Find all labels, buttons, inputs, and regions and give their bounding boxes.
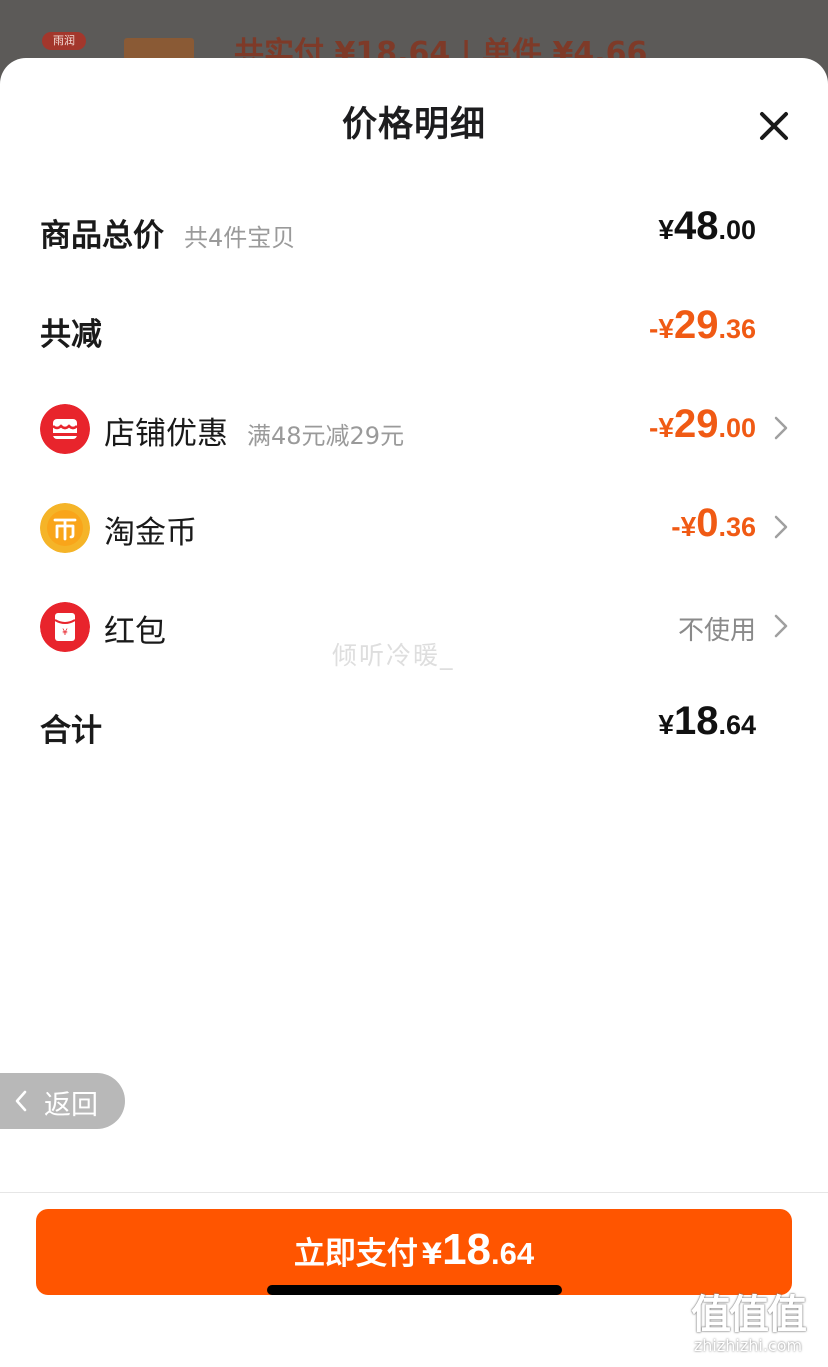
hongbao-status: 不使用 <box>677 616 756 646</box>
taojinbi-label: 淘金币 <box>104 515 197 551</box>
shop-discount-amount: -¥29.00 <box>649 402 756 446</box>
price-detail-sheet: 价格明细 商品总价 共4件宝贝 ¥48.00 共减 -¥29.36 店铺优惠 满… <box>0 58 828 1367</box>
user-watermark: 倾听冷暖_ <box>332 641 455 670</box>
sum-amount: ¥18.64 <box>658 699 756 743</box>
shop-icon <box>40 404 90 454</box>
taojinbi-amount: -¥0.36 <box>671 501 756 545</box>
pay-amount-dec: .64 <box>491 1236 535 1271</box>
shop-discount-label: 店铺优惠 <box>104 416 228 452</box>
reduction-amount: -¥29.36 <box>649 303 756 347</box>
row-shop-discount[interactable]: 店铺优惠 满48元减29元 -¥29.00 <box>0 398 828 458</box>
chevron-left-icon <box>15 1090 27 1112</box>
red-packet-icon: ¥ <box>40 602 90 652</box>
chevron-right-icon[interactable] <box>772 415 790 441</box>
shop-discount-rule: 满48元减29元 <box>247 422 405 450</box>
home-indicator[interactable] <box>267 1285 562 1295</box>
back-label: 返回 <box>44 1090 98 1121</box>
row-total-reduction: 共减 -¥29.36 <box>0 299 828 359</box>
goods-total-label: 商品总价 <box>40 218 164 254</box>
item-count-note: 共4件宝贝 <box>184 224 296 252</box>
back-button[interactable]: 返回 <box>0 1073 125 1129</box>
goods-total-amount: ¥48.00 <box>658 204 756 248</box>
coin-icon <box>40 503 90 553</box>
sum-label: 合计 <box>40 713 102 749</box>
pay-button-label: 立即支付 <box>293 1236 418 1272</box>
brand-logo: 雨润 <box>42 32 86 50</box>
site-watermark-glyph: 值值值 <box>691 1292 807 1338</box>
pay-amount-int: 18 <box>442 1225 492 1274</box>
hongbao-label: 红包 <box>104 614 166 650</box>
row-goods-total: 商品总价 共4件宝贝 ¥48.00 <box>0 200 828 260</box>
site-watermark: 值值值 zhizhizhi.com <box>678 1282 818 1362</box>
chevron-right-icon[interactable] <box>772 613 790 639</box>
chevron-right-icon[interactable] <box>772 514 790 540</box>
row-sum: 合计 ¥18.64 <box>0 695 828 755</box>
sheet-title: 价格明细 <box>341 105 486 145</box>
reduction-label: 共减 <box>40 317 102 353</box>
row-taojinbi[interactable]: 淘金币 -¥0.36 <box>0 497 828 557</box>
svg-text:¥: ¥ <box>62 628 68 638</box>
close-icon[interactable] <box>756 108 792 144</box>
pay-currency: ¥ <box>421 1237 443 1271</box>
site-watermark-url: zhizhizhi.com <box>693 1336 803 1355</box>
